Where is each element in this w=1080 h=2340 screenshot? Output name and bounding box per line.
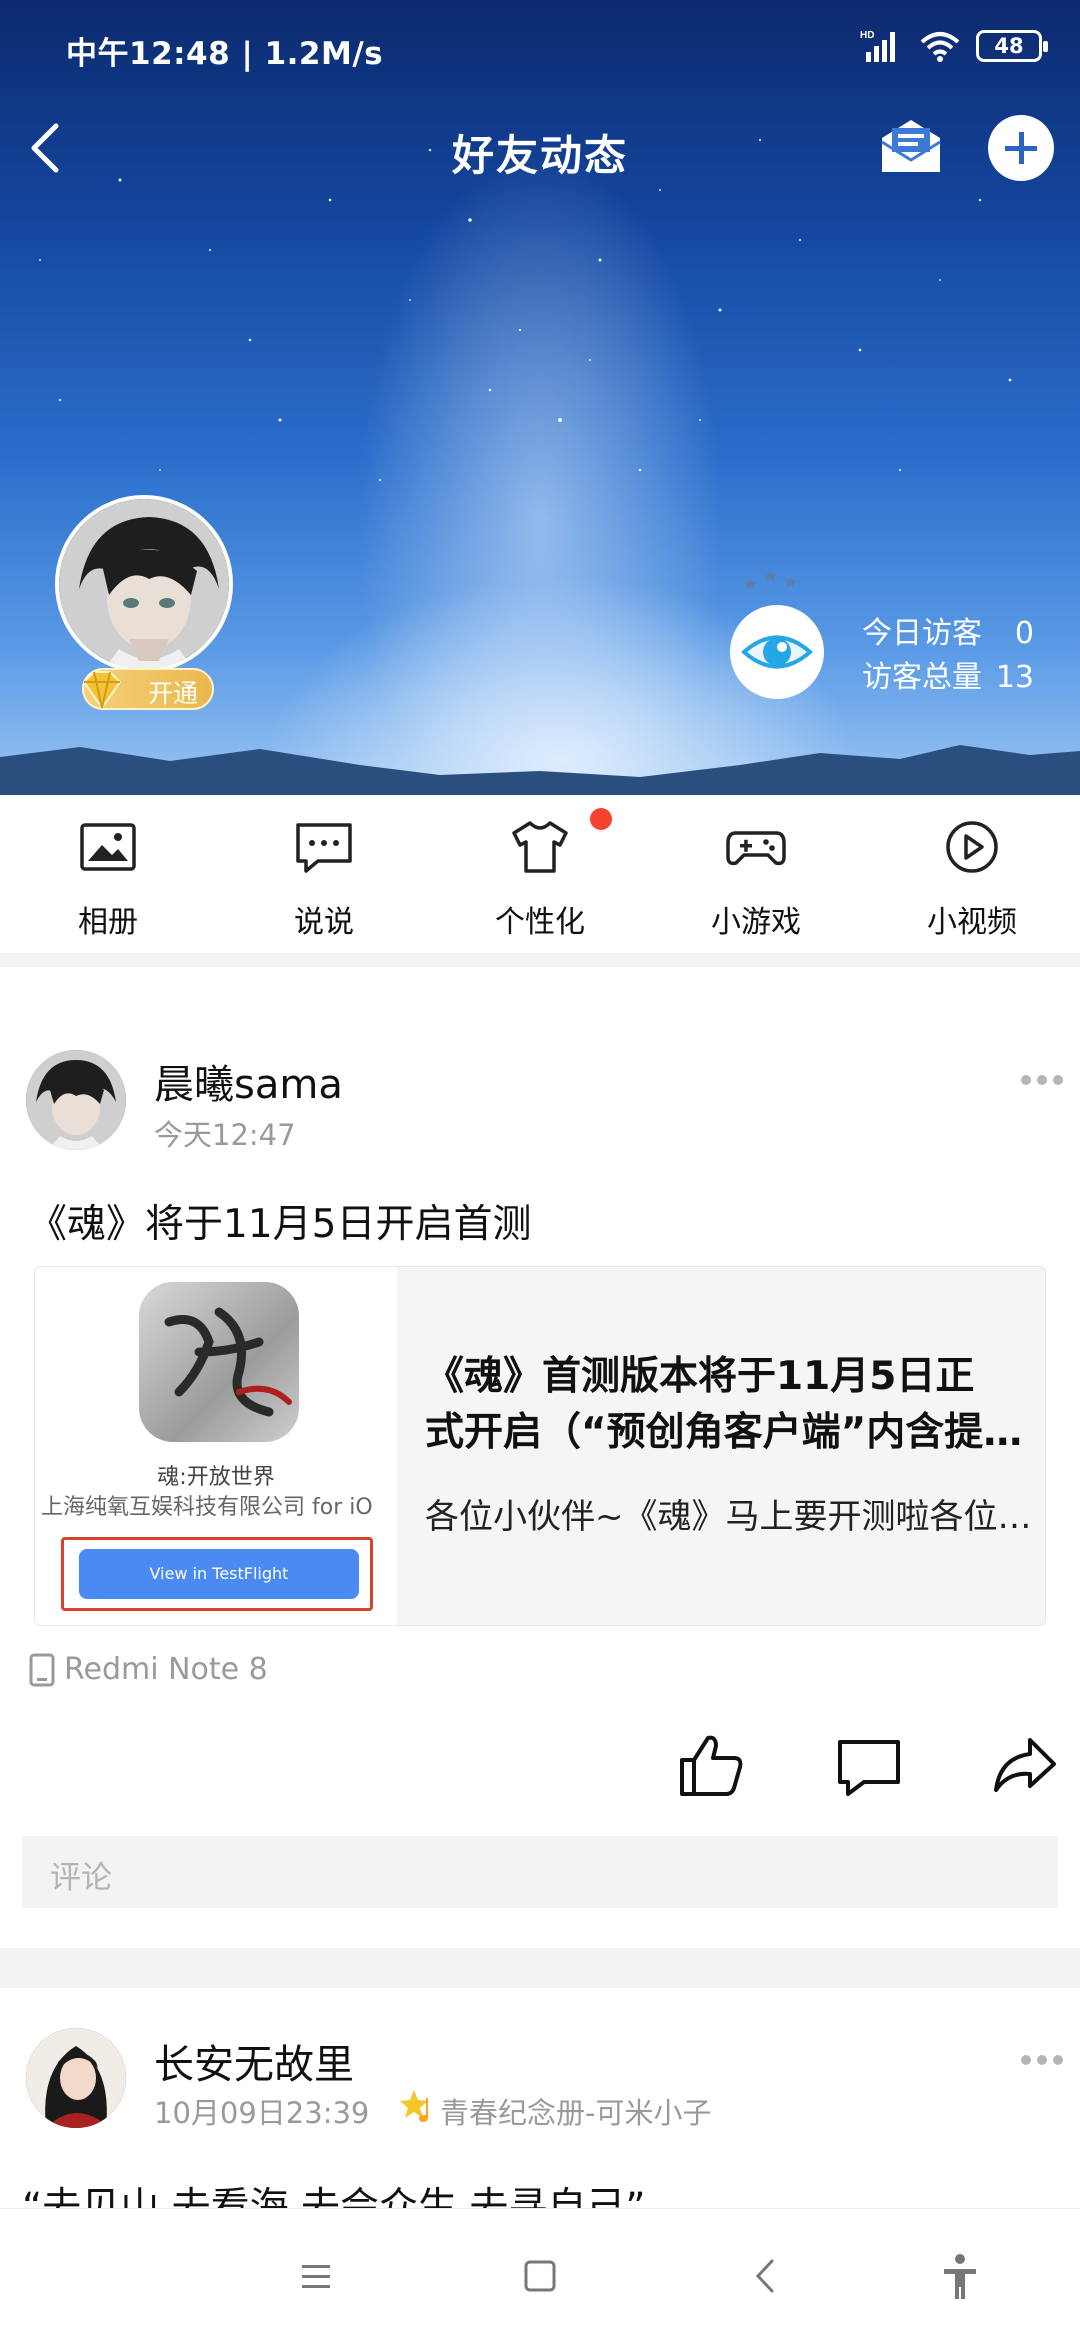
shortcut-bar: 相册 说说 个性化 小游戏 小视频 xyxy=(0,795,1080,953)
shortcut-moments[interactable]: 说说 xyxy=(216,795,432,953)
gamepad-icon xyxy=(726,831,786,866)
visitors-today-count: 0 xyxy=(1014,616,1034,651)
notification-dot xyxy=(590,808,612,830)
shortcut-minigames[interactable]: 小游戏 xyxy=(648,795,864,953)
wifi-icon xyxy=(920,32,960,62)
like-thumb-icon[interactable] xyxy=(676,1730,746,1800)
visitors-today-row: 今日访客 0 xyxy=(862,612,1034,656)
diamond-icon xyxy=(82,671,122,710)
vip-label: 开通 xyxy=(148,679,199,708)
mail-icon[interactable] xyxy=(878,116,944,176)
shortcut-shortvideo[interactable]: 小视频 xyxy=(864,795,1080,953)
post-author-avatar[interactable] xyxy=(26,1050,126,1150)
post-author-avatar[interactable] xyxy=(26,2028,126,2128)
post-badge-text[interactable]: 青春纪念册-可米小子 xyxy=(440,2090,711,2132)
home-square-icon[interactable] xyxy=(510,2249,570,2305)
system-navigation-bar xyxy=(0,2208,1080,2340)
play-circle-icon xyxy=(946,821,998,873)
mountain-silhouette xyxy=(0,745,1080,795)
phone-icon xyxy=(29,1653,55,1686)
battery-indicator: 48 xyxy=(976,30,1048,62)
eye-icon xyxy=(740,635,814,669)
visitors-total-row: 访客总量 13 xyxy=(862,656,1034,700)
svg-text:HD: HD xyxy=(860,30,874,41)
signal-icon: HD xyxy=(860,30,895,62)
menu-lines-icon[interactable] xyxy=(286,2249,346,2305)
visitors-total-count: 13 xyxy=(995,660,1034,695)
post-time: 今天12:47 xyxy=(154,1118,296,1152)
shortcut-label: 小游戏 xyxy=(711,905,801,940)
post-author-name[interactable]: 长安无故里 xyxy=(154,2032,354,2090)
comment-bubble-icon[interactable] xyxy=(834,1732,904,1802)
soul-calligraphy-icon xyxy=(164,1307,292,1417)
anime-avatar-image xyxy=(26,1050,126,1150)
app-icon xyxy=(139,1282,299,1442)
more-options-icon[interactable] xyxy=(1020,1074,1064,1086)
visitors-total-label: 访客总量 xyxy=(862,660,982,695)
thumb-app-name: 魂:开放世界 xyxy=(157,1465,275,1490)
device-name: Redmi Note 8 xyxy=(64,1652,268,1687)
section-divider xyxy=(0,1948,1080,1988)
comment-input[interactable]: 评论 xyxy=(22,1836,1058,1908)
add-post-button[interactable] xyxy=(988,115,1054,181)
chat-bubble-icon xyxy=(296,823,352,873)
shortcut-label: 小视频 xyxy=(927,905,1017,940)
post-time: 10月09日23:39 xyxy=(154,2096,370,2130)
plus-icon xyxy=(1005,132,1037,164)
accessibility-icon[interactable] xyxy=(930,2249,990,2305)
back-triangle-icon[interactable] xyxy=(736,2249,796,2305)
thumb-developer: 上海纯氧互娱科技有限公司 for iO xyxy=(41,1495,373,1520)
post-author-name[interactable]: 晨曦sama xyxy=(154,1052,343,1110)
sparkle-stars-icon xyxy=(744,572,797,590)
visitor-stats[interactable]: 今日访客 0 访客总量 13 xyxy=(862,612,1034,700)
status-time: 中午12:48 | 1.2M/s xyxy=(66,36,384,72)
portrait-avatar-image xyxy=(26,2028,126,2128)
profile-avatar[interactable] xyxy=(55,495,233,673)
status-bar: 中午12:48 | 1.2M/s HD 48 xyxy=(0,0,1080,95)
link-title-line2: 式开启（“预创角客户端”内含提示） xyxy=(425,1410,1025,1455)
post-content: 《魂》将于11月5日开启首测 xyxy=(28,1202,532,1247)
shortcut-label: 相册 xyxy=(78,905,138,940)
shortcut-album[interactable]: 相册 xyxy=(0,795,216,953)
music-star-badge-icon xyxy=(400,2090,428,2122)
tshirt-icon xyxy=(512,821,568,873)
shared-link-card[interactable]: 魂:开放世界 上海纯氧互娱科技有限公司 for iO View in TestF… xyxy=(34,1266,1046,1626)
section-divider xyxy=(0,953,1080,967)
share-arrow-icon[interactable] xyxy=(990,1730,1060,1800)
visitors-today-label: 今日访客 xyxy=(862,616,982,651)
link-description: 各位小伙伴~《魂》马上要开测啦各位小伙伴 xyxy=(425,1497,1035,1537)
link-title: 《魂》首测版本将于11月5日正 式开启（“预创角客户端”内含提示） xyxy=(425,1349,1025,1461)
shortcut-label: 个性化 xyxy=(495,905,585,940)
screen: 中午12:48 | 1.2M/s HD 48 好友动态 开通 今日访客 0 访客… xyxy=(0,0,1080,2340)
vip-open-badge[interactable]: 开通 xyxy=(82,668,214,710)
shortcut-personalize[interactable]: 个性化 xyxy=(432,795,648,953)
device-tag: Redmi Note 8 xyxy=(28,1652,268,1687)
visitor-eye-button[interactable] xyxy=(730,605,824,699)
more-options-icon[interactable] xyxy=(1020,2054,1064,2066)
anime-avatar-image xyxy=(59,499,229,669)
link-title-line1: 《魂》首测版本将于11月5日正 xyxy=(425,1354,975,1399)
photo-album-icon xyxy=(80,823,136,871)
shortcut-label: 说说 xyxy=(294,905,354,940)
link-thumbnail: 魂:开放世界 上海纯氧互娱科技有限公司 for iO View in TestF… xyxy=(35,1267,397,1625)
thumb-testflight-button: View in TestFlight xyxy=(79,1549,359,1599)
status-icons: HD 48 xyxy=(860,28,1048,64)
